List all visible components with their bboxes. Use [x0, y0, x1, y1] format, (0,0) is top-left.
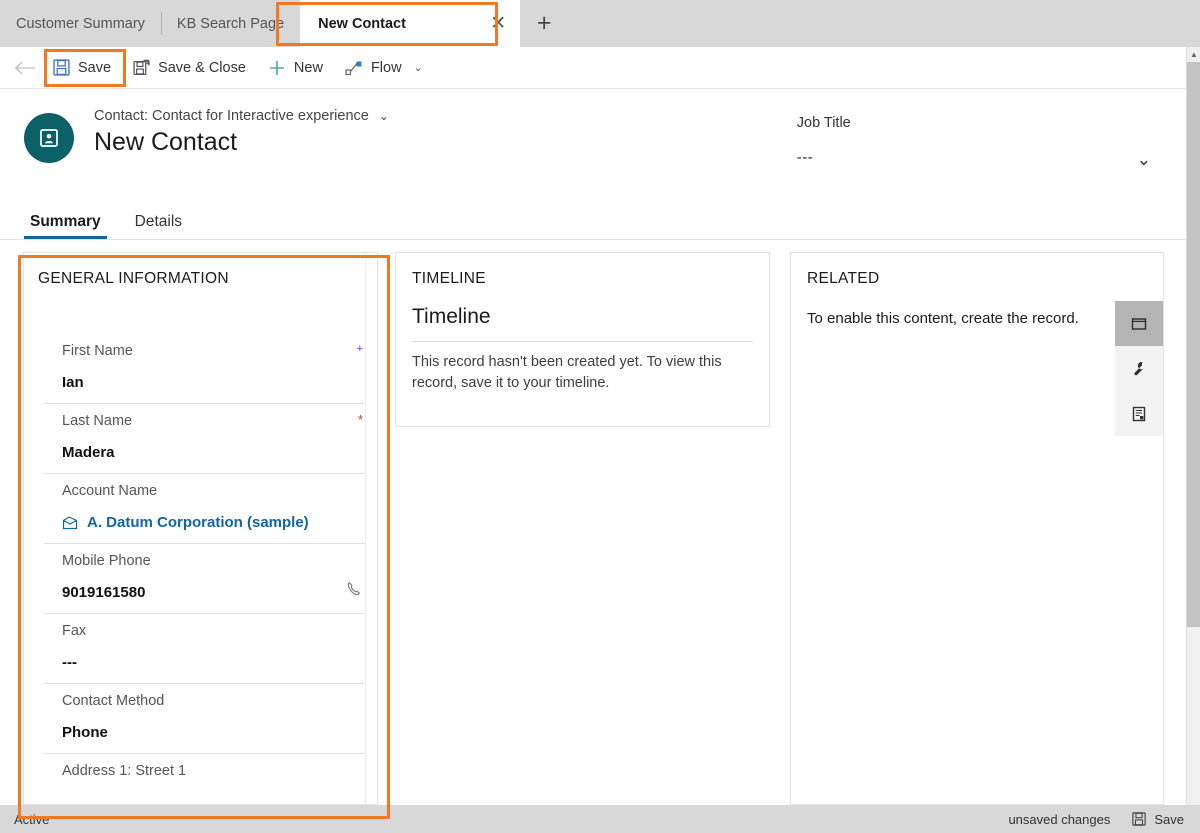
form-tab-bar: Summary Details: [0, 198, 1186, 240]
save-and-close-label: Save & Close: [158, 59, 246, 76]
wrench-icon: [1130, 360, 1148, 378]
back-arrow-icon[interactable]: [8, 53, 42, 83]
record-entity-row[interactable]: Contact: Contact for Interactive experie…: [94, 108, 797, 124]
field-label: Mobile Phone: [62, 553, 151, 569]
timeline-heading: Timeline: [412, 305, 491, 328]
tab-label: Customer Summary: [16, 15, 145, 32]
status-bar: Active unsaved changes Save: [0, 805, 1200, 833]
general-information-card: GENERAL INFORMATION First Name Ian + Las…: [23, 252, 378, 805]
tab-new-contact[interactable]: New Contact ✕: [300, 0, 521, 47]
new-button[interactable]: New: [257, 53, 334, 83]
account-lookup-icon: [62, 515, 78, 531]
header-expand-chevron-icon[interactable]: ⌄: [1137, 150, 1151, 170]
rail-button-folder[interactable]: [1115, 301, 1163, 346]
required-asterisk-icon: *: [357, 412, 363, 427]
phone-icon[interactable]: [345, 580, 363, 598]
timeline-title: TIMELINE: [412, 270, 486, 287]
save-disk-icon: [1132, 812, 1147, 826]
tab-summary-label: Summary: [30, 213, 101, 230]
tab-label: KB Search Page: [176, 15, 285, 32]
rail-button-document[interactable]: [1115, 391, 1163, 436]
tab-kb-search-page[interactable]: KB Search Page: [160, 0, 300, 47]
field-last-name[interactable]: Last Name Madera *: [44, 404, 365, 474]
field-address-1-street-1[interactable]: Address 1: Street 1: [44, 754, 365, 804]
tab-details[interactable]: Details: [129, 213, 188, 239]
field-label: Address 1: Street 1: [62, 763, 187, 779]
header-field-job-title[interactable]: Job Title ---: [797, 115, 1077, 166]
field-fax[interactable]: Fax ---: [44, 614, 365, 684]
timeline-empty-message: This record hasn't been created yet. To …: [412, 354, 722, 392]
new-button-label: New: [293, 59, 323, 76]
record-header: Contact: Contact for Interactive experie…: [0, 90, 1186, 198]
new-tab-icon[interactable]: +: [520, 0, 568, 47]
field-contact-method[interactable]: Contact Method Phone: [44, 684, 365, 754]
timeline-card: TIMELINE Timeline This record hasn't bee…: [395, 252, 770, 427]
related-card: RELATED To enable this content, create t…: [790, 252, 1164, 805]
scrollbar-thumb[interactable]: [1187, 62, 1200, 627]
field-value[interactable]: Phone: [62, 709, 365, 741]
statusbar-save-label: Save: [1154, 811, 1184, 827]
avatar: [24, 113, 74, 163]
field-label: Contact Method: [62, 693, 165, 709]
field-value-row[interactable]: A. Datum Corporation (sample): [62, 499, 365, 531]
tab-customer-summary[interactable]: Customer Summary: [0, 0, 161, 47]
flow-button-label: Flow: [370, 59, 402, 76]
scroll-up-icon[interactable]: ▲: [1187, 47, 1200, 62]
rail-button-wrench[interactable]: [1115, 346, 1163, 391]
general-information-scrollbar[interactable]: [365, 253, 377, 804]
save-button-label: Save: [78, 59, 112, 76]
folder-icon: [1130, 315, 1148, 333]
field-value[interactable]: Ian: [62, 359, 365, 391]
field-first-name[interactable]: First Name Ian +: [44, 334, 365, 404]
status-bar-right: unsaved changes Save: [1008, 812, 1184, 827]
field-label: Account Name: [62, 483, 158, 499]
field-value[interactable]: Madera: [62, 429, 365, 461]
record-entity-label: Contact: Contact for Interactive experie…: [94, 108, 369, 124]
flow-button[interactable]: Flow ⌄: [334, 53, 438, 83]
field-value[interactable]: 9019161580: [62, 569, 365, 601]
unsaved-changes-text: unsaved changes: [1008, 811, 1111, 827]
chevron-down-icon[interactable]: ⌄: [410, 61, 427, 74]
command-bar: Save Save & Close New Flow ⌄: [0, 47, 1186, 89]
contact-card-icon: [37, 126, 61, 150]
field-account-name[interactable]: Account Name A. Datum Corporation (sampl…: [44, 474, 365, 544]
save-disk-icon: [53, 59, 70, 76]
job-title-label: Job Title: [796, 115, 851, 131]
field-value[interactable]: ---: [62, 639, 365, 671]
dynamics-contact-form-window: Customer Summary KB Search Page New Cont…: [0, 0, 1200, 833]
optional-plus-icon: +: [356, 343, 363, 355]
tab-summary[interactable]: Summary: [24, 213, 107, 239]
plus-icon: [268, 59, 286, 77]
save-and-close-button[interactable]: Save & Close: [122, 53, 257, 83]
general-information-fields: First Name Ian + Last Name Madera * Acco…: [24, 334, 377, 804]
page-title: New Contact: [94, 128, 238, 156]
related-empty-message: To enable this content, create the recor…: [807, 310, 1079, 327]
save-close-icon: [133, 59, 150, 76]
flow-icon: [345, 60, 363, 76]
tab-details-label: Details: [134, 213, 183, 230]
field-label: Last Name: [62, 413, 133, 429]
status-badge: Active: [14, 811, 50, 827]
related-side-rail: [1115, 301, 1163, 436]
field-label: First Name: [62, 343, 133, 359]
field-mobile-phone[interactable]: Mobile Phone 9019161580: [44, 544, 365, 614]
job-title-value: ---: [796, 149, 814, 166]
browser-tab-strip: Customer Summary KB Search Page New Cont…: [0, 0, 1200, 47]
close-icon[interactable]: ✕: [490, 14, 506, 33]
field-value[interactable]: A. Datum Corporation (sample): [87, 514, 309, 531]
record-titles: Contact: Contact for Interactive experie…: [94, 108, 797, 157]
document-icon: [1130, 405, 1148, 423]
field-value[interactable]: [62, 779, 365, 794]
field-label: Fax: [62, 623, 87, 639]
tab-label: New Contact: [318, 15, 406, 32]
save-button[interactable]: Save: [42, 53, 122, 83]
general-information-title: GENERAL INFORMATION: [38, 270, 229, 287]
related-title: RELATED: [807, 270, 880, 287]
chevron-down-icon[interactable]: ⌄: [379, 109, 389, 123]
page-scrollbar[interactable]: ▲ ▼: [1186, 47, 1200, 819]
statusbar-save-button[interactable]: Save: [1132, 812, 1184, 827]
form-body: GENERAL INFORMATION First Name Ian + Las…: [0, 252, 1186, 807]
